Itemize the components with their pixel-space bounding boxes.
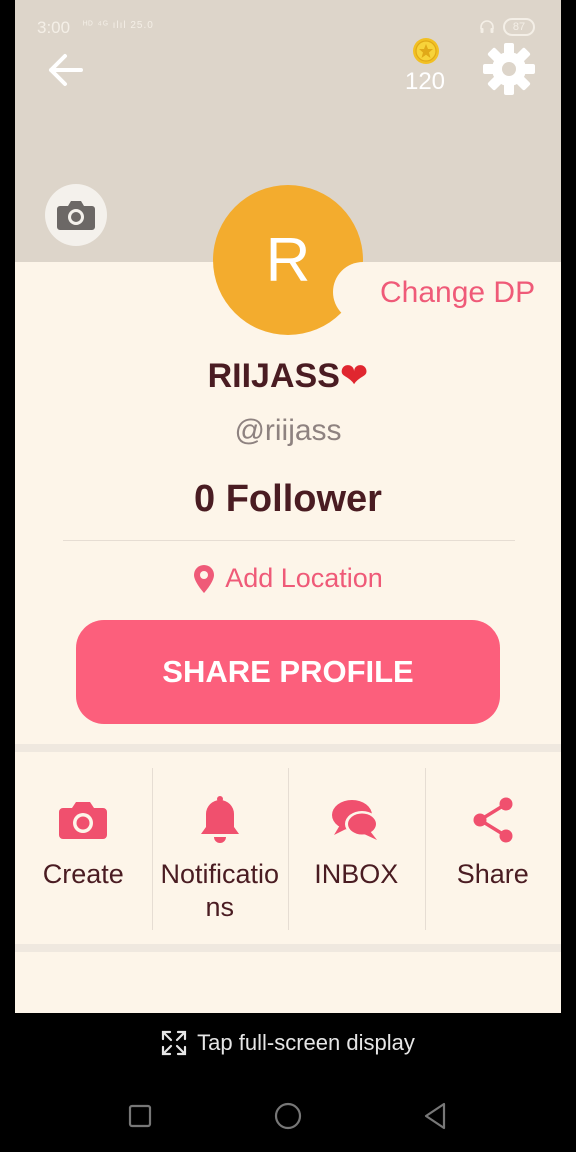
change-cover-button[interactable]	[45, 184, 107, 246]
add-location-link[interactable]: Add Location	[15, 563, 561, 594]
share-icon	[473, 797, 513, 843]
status-time: 3:00	[37, 18, 71, 37]
status-network: ᴴᴰ ⁴ᴳ ılıl 25.0	[83, 20, 154, 31]
expand-icon	[162, 1030, 187, 1056]
share-label: Share	[456, 859, 529, 889]
follower-count[interactable]: 0 Follower	[15, 478, 561, 521]
back-triangle-icon[interactable]	[420, 1100, 452, 1132]
create-label: Create	[42, 859, 124, 889]
profile-screen: 3:00 ᴴᴰ ⁴ᴳ ılıl 25.0 87 120 R Change DP …	[15, 0, 561, 1013]
coin-icon	[413, 38, 439, 64]
change-dp-link[interactable]: Change DP	[380, 276, 535, 310]
divider	[63, 540, 515, 541]
add-location-label: Add Location	[225, 563, 383, 593]
gear-icon[interactable]	[482, 42, 536, 96]
status-bar: 3:00 ᴴᴰ ⁴ᴳ ılıl 25.0 87	[15, 14, 561, 44]
action-bar: Create Notifications INBOX Share	[15, 754, 561, 944]
status-right: 87	[479, 18, 535, 36]
share-profile-button[interactable]: SHARE PROFILE	[76, 620, 500, 724]
section-separator	[15, 944, 561, 952]
share-button[interactable]: Share	[424, 754, 562, 944]
inbox-button[interactable]: INBOX	[288, 754, 425, 944]
chat-bubbles-icon	[332, 800, 380, 840]
section-separator	[15, 744, 561, 752]
location-pin-icon	[194, 564, 215, 593]
notifications-label: Notifications	[160, 859, 280, 922]
bell-icon	[200, 796, 239, 843]
camera-icon	[59, 802, 108, 839]
recents-square-icon[interactable]	[124, 1100, 156, 1132]
display-name-text: RIIJASS	[207, 357, 340, 395]
display-name: RIIJASS❤	[15, 356, 561, 396]
home-circle-icon[interactable]	[272, 1100, 304, 1132]
battery-indicator: 87	[503, 18, 535, 36]
headphones-icon	[480, 20, 494, 33]
camera-icon	[57, 201, 95, 230]
system-nav-bar	[0, 1090, 576, 1140]
username-handle: @riijass	[234, 414, 342, 447]
notifications-button[interactable]: Notifications	[151, 754, 289, 944]
coin-count: 120	[404, 68, 446, 95]
inbox-label: INBOX	[314, 859, 399, 889]
back-arrow-icon[interactable]	[41, 44, 93, 96]
fullscreen-tip[interactable]: Tap full-screen display	[0, 1030, 576, 1056]
fullscreen-tip-label: Tap full-screen display	[197, 1030, 415, 1055]
heart-emoji: ❤	[339, 357, 369, 395]
create-button[interactable]: Create	[15, 754, 152, 944]
